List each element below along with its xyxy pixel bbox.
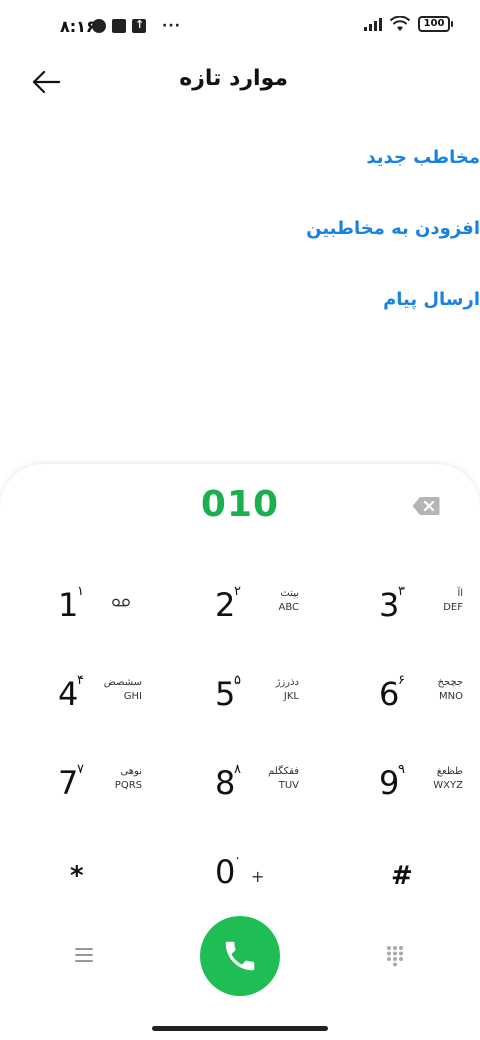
key-persian-digit: ۰: [234, 851, 241, 866]
new-contact-option[interactable]: مخاطب جدید: [366, 147, 480, 168]
arrow-left-icon[interactable]: [30, 68, 62, 96]
key-1[interactable]: 1 ۱: [50, 574, 190, 644]
key-persian-letters: جچحخ: [437, 677, 463, 688]
key-8[interactable]: 8 ۸ فقکگلم TUV: [207, 752, 347, 822]
dialer-panel: 010 1 ۱ 2 ۲ بپتث ABC 3 ۳ اآ DEF 4 ۴ سشصض…: [0, 464, 480, 1040]
more-notifications-icon: ···: [162, 18, 181, 34]
key-persian-letters: فقکگلم: [268, 766, 299, 777]
key-digit: 9: [379, 764, 400, 802]
key-persian-digit: ۴: [77, 673, 84, 688]
key-star[interactable]: *: [50, 841, 190, 911]
backspace-icon[interactable]: [412, 496, 440, 516]
key-0[interactable]: 0 ۰ +: [207, 841, 347, 911]
key-letters: GHI: [123, 691, 142, 702]
key-digit: 7: [58, 764, 79, 802]
key-6[interactable]: 6 ۶ جچحخ MNO: [371, 663, 480, 733]
key-digit: 8: [215, 764, 236, 802]
key-persian-digit: ۱: [77, 584, 84, 599]
key-letters: PQRS: [114, 780, 142, 791]
status-time: ۸:۱۶: [60, 17, 96, 36]
key-letters: WXYZ: [433, 780, 463, 791]
key-letters: ABC: [278, 602, 299, 613]
key-persian-digit: ۵: [234, 673, 241, 688]
key-persian-digit: ۶: [398, 673, 405, 688]
key-persian-letters: بپتث: [280, 588, 299, 599]
key-letters: JKL: [283, 691, 299, 702]
key-3[interactable]: 3 ۳ اآ DEF: [371, 574, 480, 644]
key-digit: 0: [215, 853, 236, 891]
dialer-bottom-bar: [0, 916, 480, 996]
key-persian-digit: ۳: [398, 584, 405, 599]
phone-icon: [225, 941, 255, 971]
key-persian-letters: طظعغ: [436, 766, 463, 777]
keypad-grid-icon[interactable]: [386, 945, 404, 967]
key-digit: 1: [58, 586, 79, 624]
key-9[interactable]: 9 ۹ طظعغ WXYZ: [371, 752, 480, 822]
signal-icon: [364, 17, 382, 31]
key-7[interactable]: 7 ۷ نوهی PQRS: [50, 752, 190, 822]
key-persian-letters: سشصض: [103, 677, 142, 688]
menu-icon[interactable]: [74, 946, 94, 964]
call-button[interactable]: [200, 916, 280, 996]
key-letters: DEF: [443, 602, 463, 613]
key-star-symbol: *: [70, 861, 84, 891]
key-plus-symbol: +: [251, 867, 265, 886]
key-letters: TUV: [278, 780, 299, 791]
page-title: موارد تازه: [179, 66, 288, 91]
battery-icon: 100: [418, 16, 453, 32]
wifi-icon: [390, 16, 410, 31]
status-notification-icons: ···: [92, 18, 181, 34]
key-persian-digit: ۸: [234, 762, 241, 777]
key-letters: MNO: [439, 691, 463, 702]
voicemail-icon: [112, 598, 130, 607]
key-persian-digit: ۷: [77, 762, 84, 777]
key-hash-symbol: #: [391, 861, 413, 891]
notification-square-icon: [112, 19, 126, 33]
dialed-number: 010: [200, 484, 280, 525]
key-5[interactable]: 5 ۵ دذرزژ JKL: [207, 663, 347, 733]
key-digit: 5: [215, 675, 236, 713]
key-persian-digit: ۹: [398, 762, 405, 777]
key-persian-letters: نوهی: [120, 766, 142, 777]
status-bar: ۸:۱۶ ··· 100: [0, 0, 480, 56]
key-2[interactable]: 2 ۲ بپتث ABC: [207, 574, 347, 644]
header: موارد تازه: [0, 56, 480, 106]
notification-app-icon: [92, 19, 106, 33]
key-persian-letters: اآ: [457, 588, 463, 599]
key-4[interactable]: 4 ۴ سشصض GHI: [50, 663, 190, 733]
key-persian-digit: ۲: [234, 584, 241, 599]
status-system-icons: 100: [364, 16, 453, 32]
key-hash[interactable]: #: [371, 841, 480, 911]
home-indicator[interactable]: [152, 1026, 328, 1031]
key-digit: 2: [215, 586, 236, 624]
key-digit: 6: [379, 675, 400, 713]
send-message-option[interactable]: ارسال پیام: [383, 289, 480, 310]
key-digit: 4: [58, 675, 79, 713]
key-digit: 3: [379, 586, 400, 624]
add-to-contacts-option[interactable]: افزودن به مخاطبین: [306, 218, 480, 239]
key-persian-letters: دذرزژ: [275, 677, 299, 688]
notification-upload-icon: [132, 18, 146, 33]
